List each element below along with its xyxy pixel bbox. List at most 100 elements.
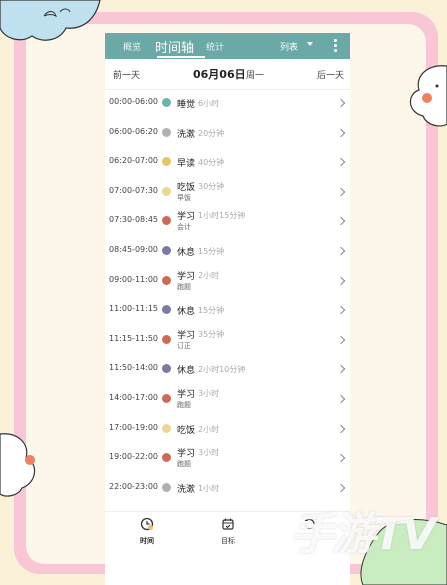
- chevron-right-icon[interactable]: [336, 335, 346, 345]
- row-activity-name: 学习: [177, 449, 196, 460]
- category-dot: [162, 157, 171, 167]
- row-time-range: 11:50-14:00: [109, 363, 158, 373]
- timeline-row[interactable]: 11:00-11:15 休息 15分钟: [105, 296, 350, 326]
- clock-icon: [140, 517, 154, 531]
- chevron-right-icon[interactable]: [336, 128, 346, 137]
- row-duration: 6小时: [198, 99, 220, 108]
- chevron-right-icon[interactable]: [336, 365, 346, 374]
- row-note: 早饭: [177, 193, 191, 202]
- row-time-range: 08:45-09:00: [109, 245, 158, 254]
- row-time-range: 11:00-11:15: [109, 304, 158, 314]
- chevron-right-icon[interactable]: [336, 394, 346, 404]
- row-note: 订正: [177, 341, 191, 350]
- row-activity-name: 学习: [177, 330, 196, 341]
- chevron-right-icon[interactable]: [336, 98, 346, 108]
- category-dot: [162, 275, 171, 285]
- category-dot: [162, 334, 171, 344]
- row-time-range: 14:00-17:00: [109, 393, 158, 402]
- tab-timeline[interactable]: 时间轴: [155, 37, 194, 56]
- row-time-range: 17:00-19:00: [109, 422, 158, 432]
- category-dot: [162, 186, 171, 196]
- chevron-right-icon[interactable]: [336, 483, 346, 493]
- row-activity-name: 休息: [177, 248, 196, 258]
- timeline-row[interactable]: 11:50-14:00 休息 2小时10分钟: [105, 355, 350, 385]
- row-time-range: 22:00-23:00: [109, 481, 158, 491]
- row-activity-name: 洗漱: [177, 484, 196, 495]
- chevron-right-icon[interactable]: [336, 453, 346, 463]
- view-mode-select[interactable]: 列表: [280, 40, 298, 53]
- row-time-range: 11:15-11:50: [109, 333, 158, 343]
- row-note: 会计: [177, 223, 191, 232]
- chevron-right-icon[interactable]: [336, 217, 346, 226]
- timeline-row[interactable]: 06:20-07:00 早读 40分钟: [105, 148, 350, 178]
- category-dot: [162, 423, 171, 433]
- timeline-row[interactable]: 08:45-09:00 休息 15分钟: [105, 237, 350, 267]
- timeline-row[interactable]: 14:00-17:00 学习 3小时 跑题: [105, 385, 350, 415]
- nav-goal[interactable]: 目标: [208, 516, 248, 546]
- timeline-row[interactable]: 06:00-06:20 洗漱 20分钟: [105, 119, 350, 149]
- chevron-right-icon[interactable]: [336, 246, 346, 256]
- row-note: 跑题: [177, 460, 191, 469]
- category-dot: [162, 453, 171, 463]
- row-time-range: 09:00-11:00: [109, 274, 158, 284]
- prev-day-button[interactable]: 前一天: [113, 68, 140, 81]
- row-duration: 2小时: [198, 424, 220, 434]
- category-dot: [162, 305, 171, 315]
- row-activity-name: 洗漱: [177, 129, 196, 140]
- tab-stats[interactable]: 统计: [206, 40, 224, 53]
- row-duration: 15分钟: [198, 306, 225, 316]
- timeline-row[interactable]: 00:00-06:00 睡觉 6小时: [105, 89, 350, 119]
- row-time-range: 19:00-22:00: [109, 452, 158, 462]
- chevron-right-icon[interactable]: [336, 424, 346, 433]
- row-time-range: 00:00-06:00: [109, 97, 158, 106]
- nav-time-label: 时间: [140, 537, 154, 545]
- row-time-range: 06:20-07:00: [109, 156, 158, 166]
- chevron-down-icon[interactable]: [307, 42, 313, 46]
- row-activity-name: 吃饭: [177, 425, 196, 436]
- timeline-row[interactable]: 07:00-07:30 吃饭 30分钟 早饭: [105, 178, 350, 208]
- timeline-row[interactable]: 19:00-22:00 学习 3小时 跑题: [105, 444, 350, 474]
- top-tab-bar: 概览 时间轴 统计 列表: [105, 33, 350, 59]
- row-activity-name: 吃饭: [177, 182, 196, 193]
- row-duration: 20分钟: [198, 128, 225, 138]
- timeline-row[interactable]: 09:00-11:00 学习 2小时 跑题: [105, 267, 350, 297]
- nav-goal-label: 目标: [221, 537, 235, 545]
- more-vertical-icon[interactable]: [334, 39, 337, 53]
- timeline-row[interactable]: 07:30-08:45 学习 1小时15分钟 会计: [105, 207, 350, 237]
- watermark-logo: 手游TV: [290, 509, 436, 560]
- row-activity-name: 休息: [177, 307, 196, 318]
- category-dot: [162, 246, 171, 255]
- nav-time[interactable]: 时间: [127, 516, 167, 546]
- row-activity-name: 学习: [177, 390, 196, 400]
- cloud-doodle-icon: [0, 433, 36, 497]
- timeline-row[interactable]: 11:15-11:50 学习 35分钟 订正: [105, 326, 350, 356]
- date-navigation: 前一天 06月06日 周一 后一天: [105, 59, 350, 90]
- category-dot: [162, 364, 171, 374]
- row-duration: 2小时: [198, 270, 220, 280]
- chevron-right-icon[interactable]: [336, 157, 346, 167]
- row-activity-name: 早读: [177, 159, 196, 170]
- current-date[interactable]: 06月06日: [193, 66, 246, 82]
- row-note: 跑题: [177, 401, 191, 409]
- row-duration: 40分钟: [198, 158, 225, 168]
- row-note: 跑题: [177, 282, 191, 291]
- category-dot: [162, 127, 171, 137]
- row-activity-name: 睡觉: [177, 100, 196, 110]
- row-duration: 35分钟: [198, 329, 225, 339]
- row-duration: 1小时15分钟: [198, 211, 246, 221]
- category-dot: [162, 394, 171, 403]
- timeline-row[interactable]: 17:00-19:00 吃饭 2小时: [105, 415, 350, 445]
- cloud-doodle-icon: [409, 65, 447, 127]
- next-day-button[interactable]: 后一天: [317, 68, 344, 81]
- chevron-right-icon[interactable]: [336, 305, 346, 315]
- cloud-doodle-icon: [0, 0, 101, 41]
- watermark-subtext: SHOUYO: [302, 561, 351, 572]
- chevron-right-icon[interactable]: [336, 187, 346, 197]
- category-dot: [162, 98, 171, 107]
- row-activity-name: 休息: [177, 366, 196, 377]
- row-activity-name: 学习: [177, 212, 196, 223]
- chevron-right-icon[interactable]: [336, 276, 346, 285]
- row-duration: 15分钟: [198, 247, 225, 256]
- row-duration: 3小时: [198, 448, 220, 458]
- tab-overview[interactable]: 概览: [123, 40, 141, 53]
